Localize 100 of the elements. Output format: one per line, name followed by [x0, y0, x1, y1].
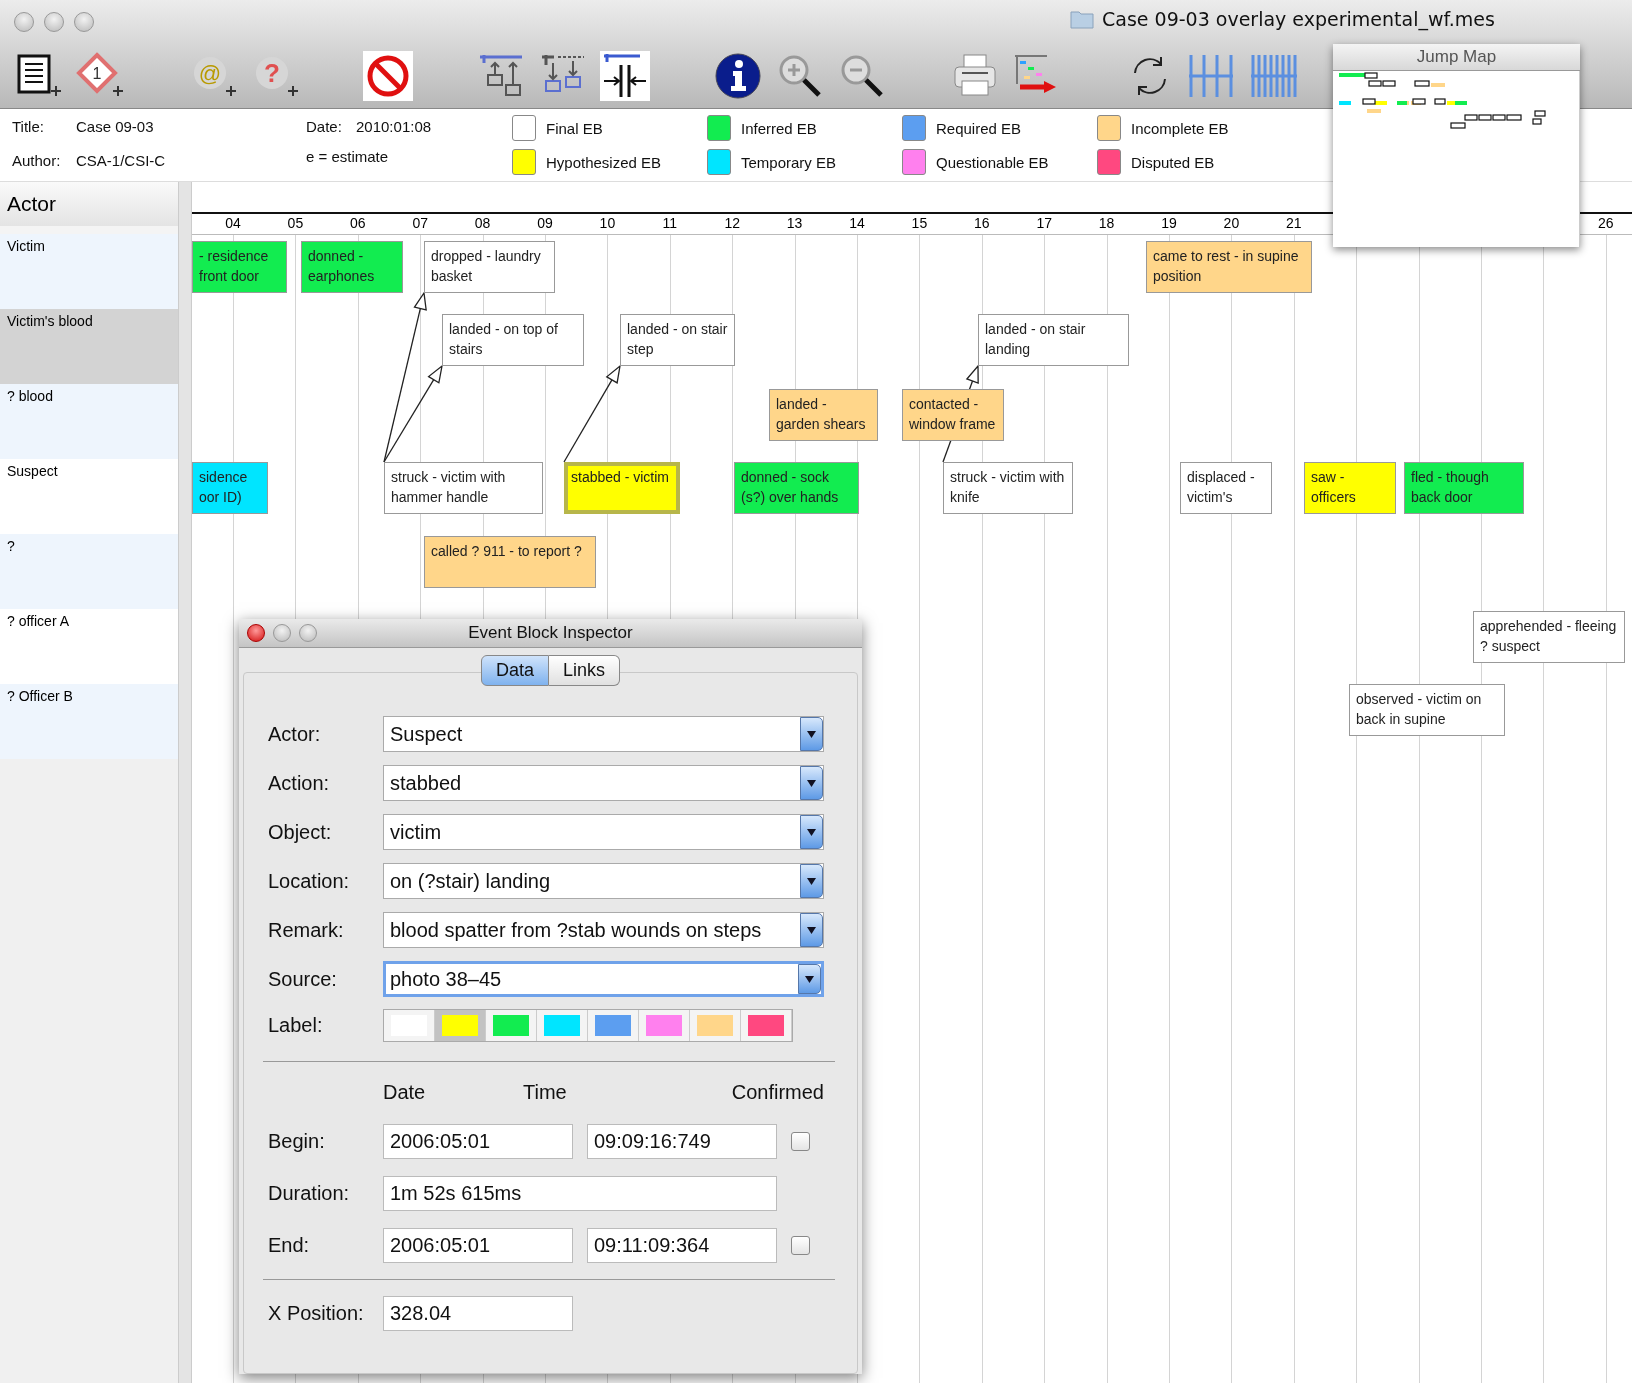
combo-field[interactable]: stabbed — [383, 765, 824, 801]
date-field[interactable]: 2006:05:01 — [383, 1123, 573, 1159]
column-header: Time — [523, 1080, 567, 1104]
event-block[interactable]: donned - sock (s?) over hands — [734, 462, 859, 514]
event-block[interactable]: contacted - window frame — [902, 389, 1004, 441]
case-title: Case 09-03 — [76, 117, 155, 135]
compress-icon[interactable] — [600, 51, 650, 101]
duration-field[interactable]: 1m 52s 615ms — [383, 1175, 777, 1211]
tab[interactable]: Links — [549, 655, 621, 686]
time-field[interactable]: 09:09:16:749 — [587, 1123, 777, 1159]
event-block[interactable]: came to rest - in supine position — [1146, 241, 1312, 293]
event-block[interactable]: landed - on stair step — [620, 314, 735, 366]
tab[interactable]: Data — [480, 655, 549, 686]
tick-label: 15 — [911, 215, 928, 231]
checkbox[interactable] — [791, 1235, 810, 1255]
caret-icon — [807, 828, 816, 836]
legend-label: Incomplete EB — [1131, 119, 1229, 137]
window-control-button[interactable] — [74, 12, 94, 32]
event-block[interactable]: saw - officers — [1304, 462, 1396, 514]
legend-label: Temporary EB — [741, 153, 837, 171]
combo-field[interactable]: blood spatter from ?stab wounds on steps — [383, 912, 824, 948]
field-label: End: — [268, 1233, 311, 1257]
tick-label: 18 — [1098, 215, 1115, 231]
estimate-note: e = estimate — [306, 147, 390, 165]
dropdown-button[interactable] — [800, 717, 823, 751]
actor-row[interactable]: ? officer A — [0, 609, 178, 684]
caret-icon — [807, 926, 816, 934]
event-block[interactable]: landed - on stair landing — [978, 314, 1129, 366]
tick-label: 04 — [225, 215, 241, 231]
event-block[interactable]: donned - earphones — [301, 241, 403, 293]
field-label: Source: — [268, 967, 338, 991]
event-block[interactable]: landed - on top of stairs — [442, 314, 584, 366]
actor-row[interactable]: ? blood — [0, 384, 178, 459]
legend-label: Disputed EB — [1131, 153, 1215, 171]
panel-title: Jump Map — [1333, 44, 1580, 71]
caret-icon — [805, 975, 814, 983]
info-icon[interactable] — [713, 51, 763, 101]
checkbox[interactable] — [791, 1131, 810, 1151]
dropdown-button[interactable] — [798, 964, 821, 994]
dropdown-button[interactable] — [800, 864, 823, 898]
field-label: Actor: — [268, 722, 322, 746]
field-label: Action: — [268, 771, 331, 795]
tick-label: 09 — [537, 215, 553, 231]
date-field[interactable]: 2006:05:01 — [383, 1227, 573, 1263]
combo-field[interactable]: on (?stair) landing — [383, 863, 824, 899]
close-button[interactable] — [247, 624, 265, 642]
tick-label: 20 — [1223, 215, 1240, 231]
dropdown-button[interactable] — [800, 815, 823, 849]
tick-label: 13 — [786, 215, 803, 231]
field-label: X Position: — [268, 1301, 365, 1325]
event-block[interactable]: apprehended - fleeing ? suspect — [1473, 611, 1625, 663]
caret-icon — [807, 877, 816, 885]
event-block[interactable]: struck - victim with knife — [943, 462, 1073, 514]
field-label: Duration: — [268, 1181, 351, 1205]
dropdown-button[interactable] — [800, 913, 823, 947]
jump-map-panel[interactable]: Jump Map — [1333, 44, 1580, 247]
dropdown-button[interactable] — [800, 766, 823, 800]
window-title: Event Block Inspector — [468, 623, 633, 642]
prohibit-icon[interactable] — [363, 51, 413, 101]
combo-field[interactable]: victim — [383, 814, 824, 850]
tick-label: 08 — [474, 215, 491, 231]
tick-label: 05 — [287, 215, 304, 231]
combo-field[interactable]: Suspect — [383, 716, 824, 752]
event-block[interactable]: sidence oor ID) — [192, 462, 268, 514]
event-block[interactable]: landed - garden shears — [769, 389, 878, 441]
window-control-button[interactable] — [14, 12, 34, 32]
event-block[interactable]: observed - victim on back in supine — [1349, 684, 1505, 736]
window-control-button[interactable] — [273, 624, 291, 642]
event-block[interactable]: struck - victim with hammer handle — [384, 462, 543, 514]
combo-field[interactable]: photo 38–45 — [383, 961, 824, 997]
event-block[interactable]: called ? 911 - to report ? — [424, 536, 596, 588]
time-field[interactable]: 09:11:09:364 — [587, 1227, 777, 1263]
case-date: 2010:01:08 — [356, 117, 433, 135]
tick-label: 21 — [1286, 215, 1302, 231]
event-block[interactable]: displaced - victim's — [1180, 462, 1272, 514]
window-control-button[interactable] — [299, 624, 317, 642]
field-label: Label: — [268, 1014, 324, 1037]
tick-label: 26 — [1598, 215, 1614, 231]
tick-label: 11 — [662, 215, 678, 231]
folder-icon — [1070, 9, 1094, 29]
position-field[interactable]: 328.04 — [383, 1295, 573, 1331]
actor-row[interactable]: Suspect — [0, 459, 178, 534]
color-swatch[interactable] — [435, 1010, 486, 1041]
event-block[interactable]: dropped - laundry basket — [424, 241, 555, 293]
event-block[interactable]: - residence front door — [192, 241, 287, 293]
tick-label: 16 — [974, 215, 990, 231]
field-label: Location: — [268, 869, 351, 893]
window-control-button[interactable] — [44, 12, 64, 32]
column-header: Confirmed — [731, 1080, 824, 1104]
tick-label: 12 — [724, 215, 740, 231]
actor-row[interactable]: ? — [0, 534, 178, 609]
caret-icon — [807, 779, 816, 787]
tick-label: 10 — [599, 215, 616, 231]
actor-row[interactable]: Victim's blood — [0, 309, 178, 384]
event-block[interactable]: fled - though back door — [1404, 462, 1524, 514]
event-block[interactable]: stabbed - victim — [564, 462, 680, 514]
tick-label: 07 — [412, 215, 428, 231]
caret-icon — [807, 730, 816, 738]
actor-row[interactable]: ? Officer B — [0, 684, 178, 759]
actor-row[interactable]: Victim — [0, 234, 178, 309]
